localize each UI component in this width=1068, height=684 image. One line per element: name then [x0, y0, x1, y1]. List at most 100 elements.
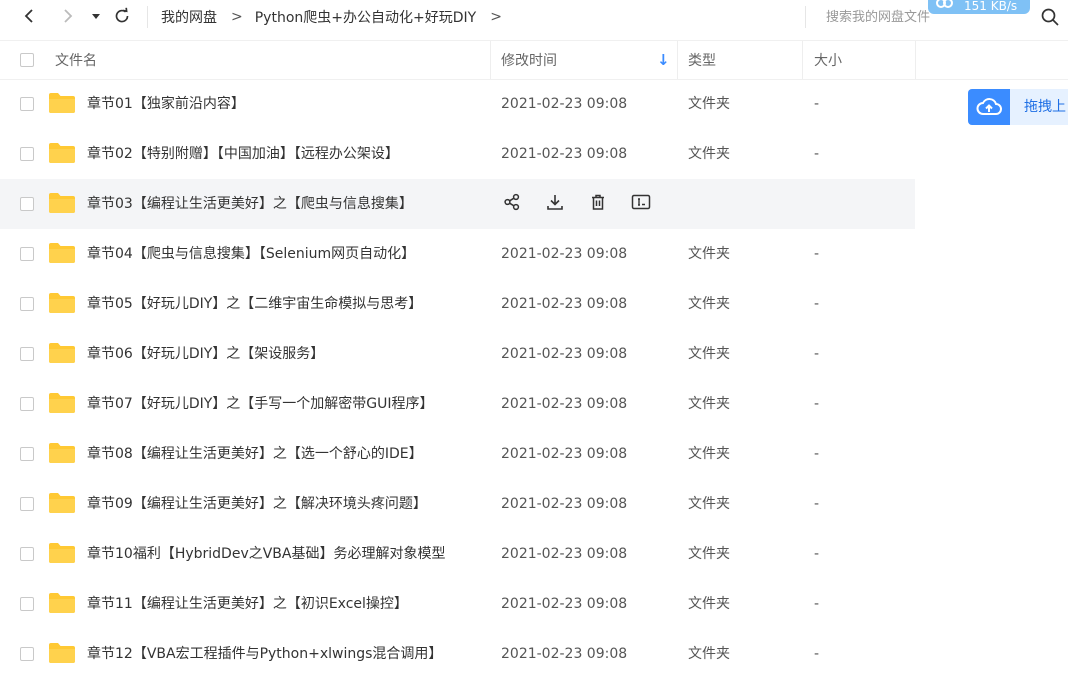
folder-icon — [49, 443, 75, 463]
file-size: - — [814, 646, 820, 662]
column-divider[interactable] — [677, 41, 678, 79]
modified-time: 2021-02-23 09:08 — [501, 446, 628, 462]
delete-button[interactable] — [586, 192, 610, 216]
share-icon — [503, 193, 521, 215]
row-checkbox[interactable] — [20, 647, 34, 661]
file-name[interactable]: 章节01【独家前沿内容】 — [87, 79, 245, 129]
forward-button[interactable] — [55, 4, 79, 28]
file-name[interactable]: 章节10福利【HybridDev之VBA基础】务必理解对象模型 — [87, 529, 445, 579]
header-name[interactable]: 文件名 — [55, 41, 97, 79]
search-icon[interactable] — [1040, 7, 1060, 27]
upload-button[interactable]: 拖拽上 — [968, 89, 1068, 125]
back-button[interactable] — [18, 4, 42, 28]
folder-icon — [49, 143, 75, 163]
table-row[interactable]: 章节12【VBA宏工程插件与Python+xlwings混合调用】 2021-02… — [0, 629, 915, 679]
sort-desc-icon[interactable]: ↓ — [657, 41, 670, 79]
table-row[interactable]: 章节02【特别附赠】【中国加油】【远程办公架设】 2021-02-23 09:08… — [0, 129, 915, 179]
folder-icon — [49, 193, 75, 213]
file-type: 文件夹 — [688, 96, 730, 112]
header-type[interactable]: 类型 — [688, 41, 716, 79]
file-type: 文件夹 — [688, 346, 730, 362]
file-size: - — [814, 146, 820, 162]
row-checkbox[interactable] — [20, 447, 34, 461]
chevron-right-icon — [64, 9, 73, 23]
column-divider[interactable] — [802, 41, 803, 79]
refresh-button[interactable] — [110, 4, 134, 28]
row-checkbox[interactable] — [20, 247, 34, 261]
breadcrumb-current[interactable]: Python爬虫+办公自动化+好玩DIY — [255, 7, 476, 27]
rename-icon — [631, 193, 651, 215]
file-name[interactable]: 章节09【编程让生活更美好】之【解决环境头疼问题】 — [87, 479, 427, 529]
row-checkbox[interactable] — [20, 397, 34, 411]
cloud-upload-icon — [968, 89, 1010, 125]
modified-time: 2021-02-23 09:08 — [501, 646, 628, 662]
column-divider[interactable] — [490, 41, 491, 79]
file-name[interactable]: 章节05【好玩儿DIY】之【二维宇宙生命模拟与思考】 — [87, 279, 422, 329]
row-checkbox[interactable] — [20, 547, 34, 561]
table-header: 文件名 修改时间 ↓ 类型 大小 — [0, 40, 1068, 80]
table-row[interactable]: 章节04【爬虫与信息搜集】【Selenium网页自动化】 2021-02-23 0… — [0, 229, 915, 279]
file-size: - — [814, 346, 820, 362]
table-row[interactable]: 章节05【好玩儿DIY】之【二维宇宙生命模拟与思考】 2021-02-23 09:… — [0, 279, 915, 329]
column-divider[interactable] — [915, 41, 916, 79]
breadcrumb-separator: > — [231, 9, 243, 25]
folder-icon — [49, 643, 75, 663]
breadcrumb-root[interactable]: 我的网盘 — [161, 7, 217, 27]
download-button[interactable] — [543, 192, 567, 216]
file-name[interactable]: 章节11【编程让生活更美好】之【初识Excel操控】 — [87, 579, 408, 629]
row-checkbox[interactable] — [20, 197, 34, 211]
file-type: 文件夹 — [688, 446, 730, 462]
share-button[interactable] — [500, 192, 524, 216]
modified-time: 2021-02-23 09:08 — [501, 296, 628, 312]
header-modified-time[interactable]: 修改时间 — [501, 41, 557, 79]
folder-icon — [49, 93, 75, 113]
history-dropdown-button[interactable] — [84, 4, 108, 28]
row-checkbox[interactable] — [20, 97, 34, 111]
table-row[interactable]: 章节06【好玩儿DIY】之【架设服务】 2021-02-23 09:08 文件夹 - — [0, 329, 915, 379]
row-checkbox[interactable] — [20, 147, 34, 161]
table-row[interactable]: 章节01【独家前沿内容】 2021-02-23 09:08 文件夹 - — [0, 79, 915, 129]
row-checkbox[interactable] — [20, 597, 34, 611]
table-row[interactable]: 章节07【好玩儿DIY】之【手写一个加解密带GUI程序】 2021-02-23 0… — [0, 379, 915, 429]
table-row[interactable]: 章节03【编程让生活更美好】之【爬虫与信息搜集】 — [0, 179, 915, 229]
file-name[interactable]: 章节07【好玩儿DIY】之【手写一个加解密带GUI程序】 — [87, 379, 434, 429]
folder-icon — [49, 293, 75, 313]
table-row[interactable]: 章节09【编程让生活更美好】之【解决环境头疼问题】 2021-02-23 09:0… — [0, 479, 915, 529]
select-all-checkbox[interactable] — [20, 53, 34, 67]
breadcrumb-more[interactable]: > — [490, 9, 502, 25]
file-name[interactable]: 章节08【编程让生活更美好】之【选一个舒心的IDE】 — [87, 429, 423, 479]
file-name[interactable]: 章节04【爬虫与信息搜集】【Selenium网页自动化】 — [87, 229, 415, 279]
table-row[interactable]: 章节10福利【HybridDev之VBA基础】务必理解对象模型 2021-02-2… — [0, 529, 915, 579]
table-row[interactable]: 章节11【编程让生活更美好】之【初识Excel操控】 2021-02-23 09:… — [0, 579, 915, 629]
header-size[interactable]: 大小 — [814, 41, 842, 79]
modified-time: 2021-02-23 09:08 — [501, 496, 628, 512]
transfer-speed-badge[interactable]: 151 KB/s — [928, 0, 1030, 14]
toolbar-divider — [147, 6, 148, 28]
download-icon — [546, 193, 564, 215]
file-type: 文件夹 — [688, 146, 730, 162]
file-size: - — [814, 296, 820, 312]
file-name[interactable]: 章节03【编程让生活更美好】之【爬虫与信息搜集】 — [87, 179, 413, 229]
file-name[interactable]: 章节02【特别附赠】【中国加油】【远程办公架设】 — [87, 129, 399, 179]
top-toolbar: 我的网盘 > Python爬虫+办公自动化+好玩DIY > 151 KB/s — [0, 0, 1068, 36]
row-checkbox[interactable] — [20, 347, 34, 361]
file-name[interactable]: 章节06【好玩儿DIY】之【架设服务】 — [87, 329, 324, 379]
file-type: 文件夹 — [688, 396, 730, 412]
caret-down-icon — [92, 14, 100, 19]
row-actions — [500, 192, 672, 216]
folder-icon — [49, 493, 75, 513]
table-row[interactable]: 章节08【编程让生活更美好】之【选一个舒心的IDE】 2021-02-23 09:… — [0, 429, 915, 479]
modified-time: 2021-02-23 09:08 — [501, 596, 628, 612]
modified-time: 2021-02-23 09:08 — [501, 146, 628, 162]
file-name[interactable]: 章节12【VBA宏工程插件与Python+xlwings混合调用】 — [87, 629, 442, 679]
file-type: 文件夹 — [688, 596, 730, 612]
transfer-speed-text: 151 KB/s — [964, 0, 1018, 13]
file-type: 文件夹 — [688, 246, 730, 262]
file-size: - — [814, 596, 820, 612]
folder-icon — [49, 243, 75, 263]
folder-icon — [49, 393, 75, 413]
file-size: - — [814, 396, 820, 412]
row-checkbox[interactable] — [20, 497, 34, 511]
rename-button[interactable] — [629, 192, 653, 216]
row-checkbox[interactable] — [20, 297, 34, 311]
